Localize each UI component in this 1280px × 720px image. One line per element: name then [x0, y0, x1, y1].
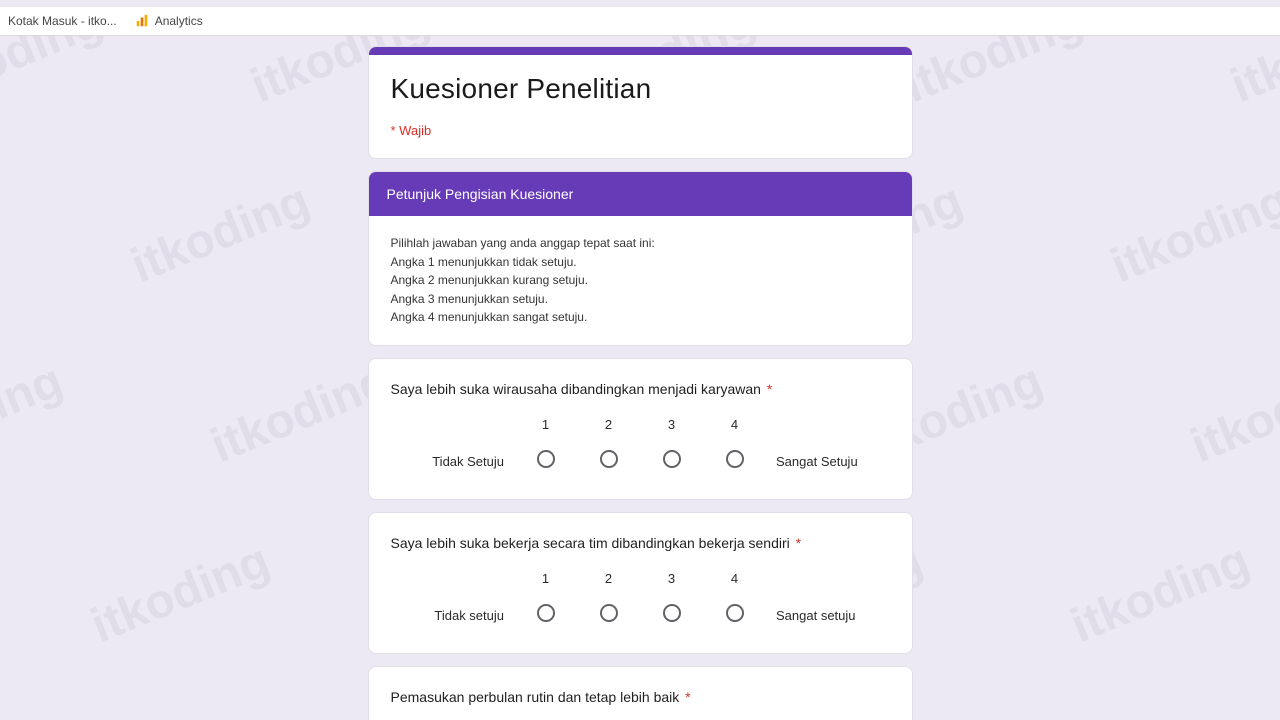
form-header-card: Kuesioner Penelitian * Wajib: [368, 46, 913, 159]
radio-option-1[interactable]: [537, 450, 555, 468]
required-asterisk: *: [763, 381, 772, 397]
scale-number: 4: [703, 571, 766, 586]
radio-option-2[interactable]: [600, 604, 618, 622]
analytics-icon: [135, 14, 149, 28]
scale-number: 3: [640, 571, 703, 586]
scale-number: 1: [514, 571, 577, 586]
question-card: Saya lebih suka wirausaha dibandingkan m…: [368, 358, 913, 500]
section-header: Petunjuk Pengisian Kuesioner: [369, 172, 912, 216]
form-page: Kuesioner Penelitian * Wajib Petunjuk Pe…: [0, 36, 1280, 720]
instruction-line: Angka 4 menunjukkan sangat setuju.: [391, 308, 890, 327]
scale-number: 1: [514, 417, 577, 432]
radio-option-1[interactable]: [537, 604, 555, 622]
instruction-line: Angka 3 menunjukkan setuju.: [391, 290, 890, 309]
scale-low-label: Tidak setuju: [414, 608, 514, 623]
instruction-line: Pilihlah jawaban yang anda anggap tepat …: [391, 234, 890, 253]
likert-scale: 1 2 3 4 Tidak setuju Sangat setuju: [391, 571, 890, 627]
instructions-body: Pilihlah jawaban yang anda anggap tepat …: [369, 216, 912, 345]
radio-option-4[interactable]: [726, 450, 744, 468]
form-title: Kuesioner Penelitian: [391, 73, 890, 105]
radio-option-4[interactable]: [726, 604, 744, 622]
radio-option-3[interactable]: [663, 604, 681, 622]
instructions-card: Petunjuk Pengisian Kuesioner Pilihlah ja…: [368, 171, 913, 346]
bookmark-label: Analytics: [155, 14, 203, 28]
question-text: Saya lebih suka wirausaha dibandingkan m…: [391, 381, 890, 397]
required-note: * Wajib: [391, 123, 890, 138]
bookmark-bar: Kotak Masuk - itko... Analytics: [0, 6, 1280, 36]
instruction-line: Angka 2 menunjukkan kurang setuju.: [391, 271, 890, 290]
radio-option-2[interactable]: [600, 450, 618, 468]
question-text: Pemasukan perbulan rutin dan tetap lebih…: [391, 689, 890, 705]
required-asterisk: *: [681, 689, 690, 705]
scale-low-label: Tidak Setuju: [414, 454, 514, 469]
question-card: Saya lebih suka bekerja secara tim diban…: [368, 512, 913, 654]
instruction-line: Angka 1 menunjukkan tidak setuju.: [391, 253, 890, 272]
bookmark-item-inbox[interactable]: Kotak Masuk - itko...: [8, 14, 117, 28]
scale-high-label: Sangat Setuju: [766, 454, 866, 469]
bookmark-item-analytics[interactable]: Analytics: [135, 14, 203, 28]
question-text: Saya lebih suka bekerja secara tim diban…: [391, 535, 890, 551]
scale-number: 4: [703, 417, 766, 432]
scale-number: 2: [577, 571, 640, 586]
radio-option-3[interactable]: [663, 450, 681, 468]
form-accent-bar: [369, 47, 912, 55]
scale-number: 2: [577, 417, 640, 432]
bookmark-label: Kotak Masuk - itko...: [8, 14, 117, 28]
required-asterisk: *: [792, 535, 801, 551]
scale-high-label: Sangat setuju: [766, 608, 866, 623]
scale-number: 3: [640, 417, 703, 432]
question-card: Pemasukan perbulan rutin dan tetap lebih…: [368, 666, 913, 720]
likert-scale: 1 2 3 4 Tidak Setuju Sangat Setuju: [391, 417, 890, 473]
